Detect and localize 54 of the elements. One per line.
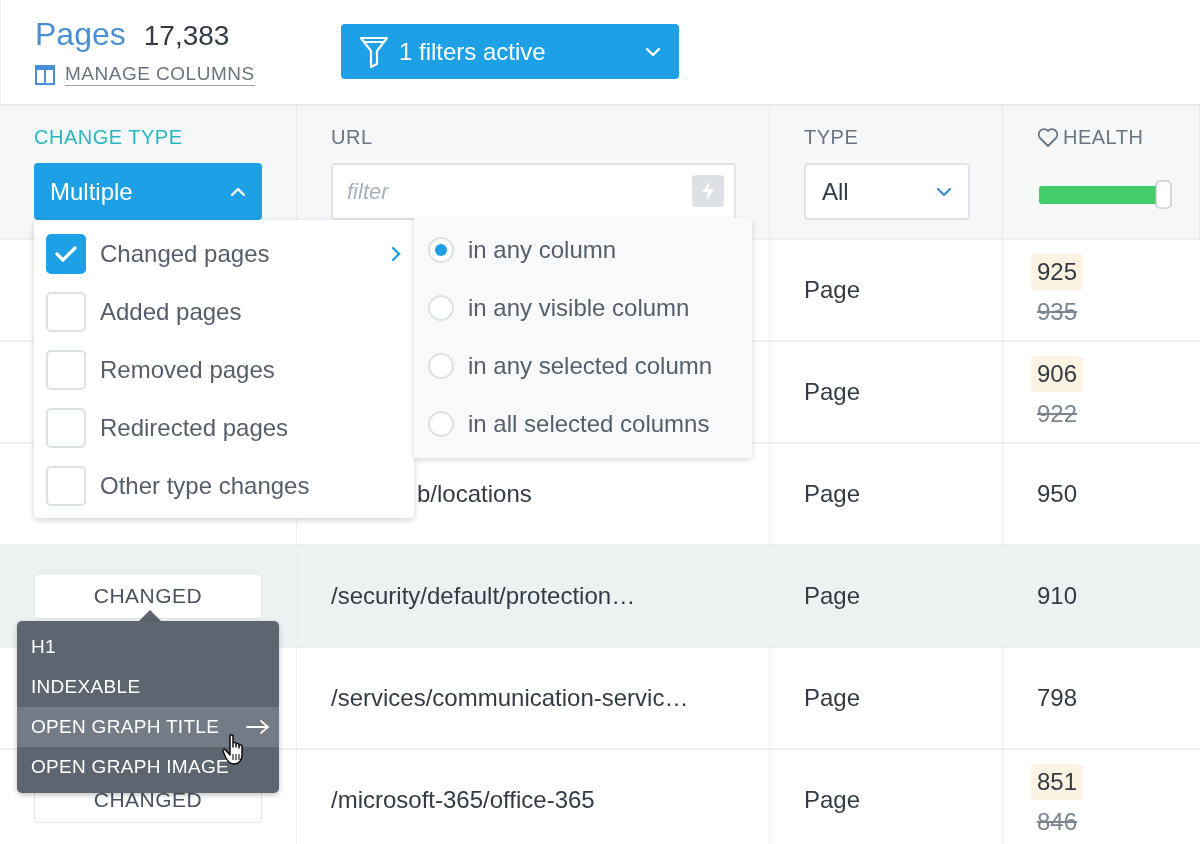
tooltip-item[interactable]: INDEXABLE (17, 667, 279, 707)
health-score: 798 (1036, 684, 1078, 712)
change-badge[interactable]: CHANGED (34, 573, 262, 619)
previous-health-score: 935 (1036, 298, 1079, 326)
checkbox[interactable] (46, 234, 86, 274)
health-score: 925 (1031, 254, 1084, 290)
tooltip-item[interactable]: OPEN GRAPH TITLE (17, 707, 279, 747)
menu-item[interactable]: Changed pages (46, 234, 402, 274)
arrow-right-icon (245, 719, 271, 735)
page-title: Pages (35, 16, 126, 53)
url-cell[interactable]: b/locations (417, 480, 532, 508)
column-header: CHANGE TYPE (34, 126, 183, 149)
columns-icon (35, 64, 55, 85)
radio-button[interactable] (428, 237, 454, 263)
column-header: TYPE (804, 126, 859, 149)
health-score: 851 (1031, 764, 1084, 800)
caret-icon (645, 46, 661, 57)
radio-option[interactable]: in any visible column (428, 288, 738, 328)
health-score: 950 (1036, 480, 1078, 508)
type-cell: Page (804, 480, 861, 508)
radio-option[interactable]: in all selected columns (428, 404, 738, 444)
radio-option[interactable]: in any selected column (428, 346, 738, 386)
checkmark-icon (54, 244, 78, 264)
radio-button[interactable] (428, 295, 454, 321)
menu-item[interactable]: Other type changes (46, 466, 402, 506)
caret-icon (936, 186, 952, 197)
column-header: URL (331, 126, 373, 149)
radio-button[interactable] (428, 353, 454, 379)
column-header: HEALTH (1037, 126, 1144, 149)
previous-health-score: 846 (1036, 808, 1079, 836)
heart-icon (1037, 127, 1059, 148)
health-score: 910 (1036, 582, 1078, 610)
url-filter-field[interactable]: filter (331, 163, 736, 220)
health-score: 906 (1031, 356, 1084, 392)
url-cell[interactable]: /services/communication-servic… (331, 684, 689, 712)
type-cell: Page (804, 684, 861, 712)
url-cell[interactable]: /security/default/protection… (331, 582, 636, 610)
page-count: 17,383 (143, 20, 230, 52)
lightning-icon[interactable] (692, 175, 724, 207)
manage-columns-link[interactable]: MANAGE COLUMNS (65, 63, 255, 86)
url-cell[interactable]: /microsoft-365/office-365 (331, 786, 595, 814)
type-cell: Page (804, 276, 861, 304)
type-cell: Page (804, 582, 861, 610)
filter-icon (359, 35, 389, 68)
type-cell: Page (804, 378, 861, 406)
previous-health-score: 922 (1036, 400, 1079, 428)
radio-button[interactable] (428, 411, 454, 437)
menu-item[interactable]: Added pages (46, 292, 402, 332)
type-cell: Page (804, 786, 861, 814)
type-select[interactable]: All (804, 163, 970, 220)
menu-item[interactable]: Removed pages (46, 350, 402, 390)
caret-icon (230, 186, 246, 197)
health-slider[interactable] (1037, 177, 1173, 212)
radio-option[interactable]: in any column (428, 230, 738, 270)
